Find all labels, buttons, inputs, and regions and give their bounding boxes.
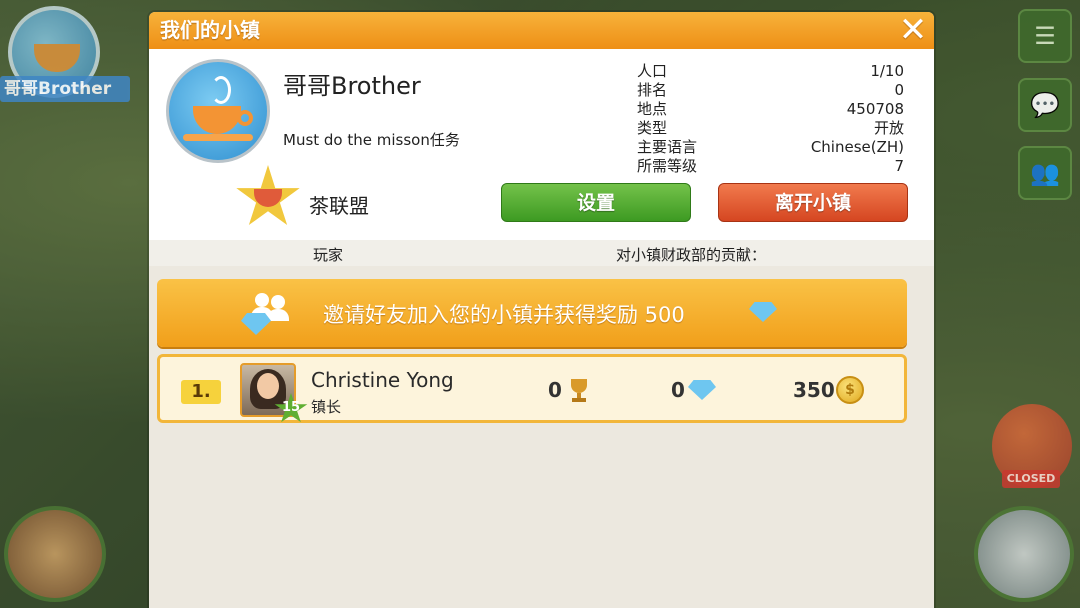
member-role: 镇长 [311,398,342,416]
alliance-star-icon [235,165,301,231]
stat-location: 地点 450708 [637,100,904,119]
invite-text: 邀请好友加入您的小镇并获得奖励 500 [323,303,685,327]
trophy-icon [566,377,592,403]
member-row[interactable]: 1. 15 Christine Yong 镇长 0 0 350 $ [157,354,907,423]
stat-type: 类型 开放 [637,119,904,138]
member-name: Christine Yong [311,368,454,392]
people-icon: 👥 [1030,159,1060,187]
diamond-icon [749,302,777,322]
teacup-icon [193,106,241,134]
leave-town-button[interactable]: 离开小镇 [718,183,908,222]
menu-list-button[interactable]: ☰ [1018,9,1072,63]
person-body [267,309,289,321]
closed-sign: CLOSED [1002,470,1060,488]
list-icon: ☰ [1034,22,1056,50]
steam-icon [211,76,231,104]
alliance-name: 茶联盟 [309,194,369,218]
saucer [183,134,253,141]
person-head [271,295,285,309]
stat-label: 排名 [637,81,668,99]
stat-value: Chinese(ZH) [810,138,904,156]
dialog-title-bar: 我们的小镇 ✕ [149,12,934,49]
stat-value: 0 [894,81,904,99]
cash-register-button[interactable] [974,506,1074,602]
stat-label: 主要语言 [637,138,698,156]
friends-button[interactable]: 👥 [1018,146,1072,200]
diamond-icon [241,313,271,335]
town-logo [166,59,270,163]
avatar-face [257,373,279,399]
column-header-contribution: 对小镇财政部的贡献： [616,246,767,264]
chat-bubble-icon: 💬 [1030,91,1060,119]
stat-required-level: 所需等级 7 [637,157,904,176]
settings-button[interactable]: 设置 [501,183,691,222]
rank-badge: 1. [181,380,221,404]
build-house-button[interactable] [4,506,106,602]
person-head [255,293,269,307]
stat-value: 450708 [846,100,904,118]
stat-value: 开放 [873,119,904,137]
town-dialog: 我们的小镇 ✕ 哥哥Brother Must do the misson任务 人… [149,12,934,608]
dialog-title: 我们的小镇 [160,18,260,42]
stat-rank: 排名 0 [637,81,904,100]
trophy-count: 0 [548,378,562,402]
chat-button[interactable]: 💬 [1018,78,1072,132]
stat-language: 主要语言 Chinese(ZH) [637,138,904,157]
invite-friends-icon [241,293,297,337]
trophy-cup [571,379,587,393]
teacup-icon [34,44,80,72]
stat-value: 7 [894,157,904,175]
coin-icon: $ [836,376,864,404]
stat-label: 地点 [637,100,668,118]
column-header-player: 玩家 [313,246,344,264]
player-level: 15 [281,400,301,415]
stat-value: 1/10 [870,62,904,80]
stat-label: 所需等级 [637,157,698,175]
town-name: 哥哥Brother [283,72,421,100]
diamond-icon [688,380,716,400]
stat-label: 人口 [637,62,668,80]
cup-handle [237,110,253,126]
diamond-count: 0 [671,378,685,402]
close-icon[interactable]: ✕ [898,13,928,47]
stat-label: 类型 [637,119,668,137]
coin-count: 350 [793,378,835,402]
player-name-label: 哥哥Brother [0,76,130,102]
trophy-base [572,398,586,402]
invite-friends-button[interactable]: 邀请好友加入您的小镇并获得奖励 500 [157,279,907,347]
town-description: Must do the misson任务 [283,131,460,149]
stat-population: 人口 1/10 [637,62,904,81]
town-stats: 人口 1/10 排名 0 地点 450708 类型 开放 主要语言 Chines… [637,62,904,176]
member-column-headers: 玩家 对小镇财政部的贡献： [149,240,934,266]
